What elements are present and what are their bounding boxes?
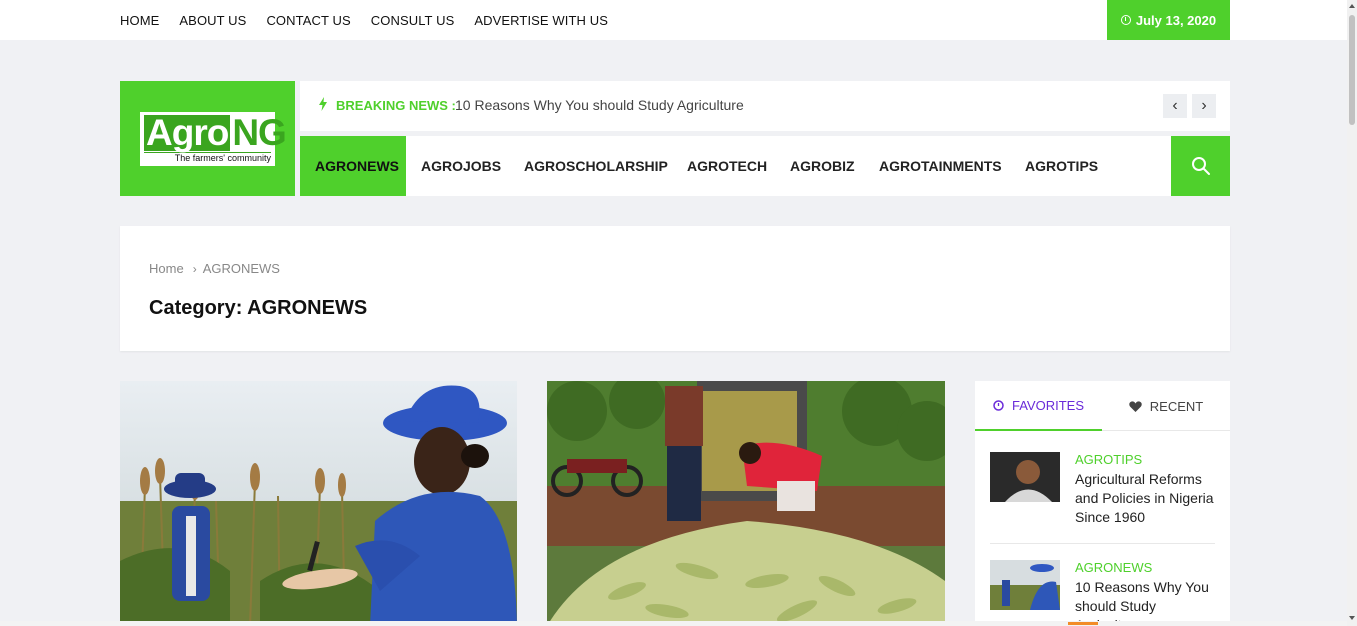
breaking-news-label: BREAKING NEWS :: [336, 98, 456, 113]
sidebar-tabs: FAVORITES RECENT: [975, 381, 1230, 431]
scroll-progress-indicator: [1068, 622, 1098, 625]
category-header: Home › AGRONEWS Category: AGRONEWS: [120, 226, 1230, 351]
divider: [990, 543, 1215, 544]
scroll-up-icon[interactable]: [1349, 4, 1355, 8]
post-image-2[interactable]: [547, 381, 945, 626]
bottom-strip: [0, 621, 1347, 626]
heart-icon: [1129, 400, 1142, 412]
top-nav: HOME ABOUT US CONTACT US CONSULT US ADVE…: [120, 0, 628, 40]
chevron-right-icon: ›: [192, 261, 197, 276]
main-nav: AGRONEWS AGROJOBS AGROSCHOLARSHIP AGROTE…: [300, 136, 1230, 196]
nav-item-agroscholarship[interactable]: AGROSCHOLARSHIP: [524, 136, 668, 196]
tab-favorites[interactable]: FAVORITES: [975, 381, 1102, 431]
clock-icon: [993, 399, 1004, 411]
nav-item-agrotainments[interactable]: AGROTAINMENTS: [879, 136, 1002, 196]
site-logo[interactable]: Agro NG The farmers' community: [140, 112, 287, 166]
clock-icon: [1120, 15, 1131, 25]
breaking-prev-button[interactable]: ‹: [1163, 94, 1187, 118]
tab-recent[interactable]: RECENT: [1102, 381, 1230, 431]
logo-tagline: The farmers' community: [144, 152, 271, 163]
top-nav-about-us[interactable]: ABOUT US: [179, 13, 246, 28]
post-category[interactable]: AGROTIPS: [1075, 452, 1142, 467]
logo-agro-text: Agro: [144, 112, 231, 153]
tab-recent-label: RECENT: [1149, 398, 1204, 414]
logo-ng-text: NG: [232, 112, 286, 153]
nav-item-agrobiz[interactable]: AGROBIZ: [790, 136, 855, 196]
sidebar-widget: FAVORITES RECENT AGROTIPS Agricultural R…: [975, 381, 1230, 626]
search-button[interactable]: [1171, 136, 1230, 196]
page-title: Category: AGRONEWS: [149, 297, 368, 319]
top-nav-consult-us[interactable]: CONSULT US: [371, 13, 455, 28]
post-photo-farmer-field: [120, 381, 517, 626]
tab-favorites-label: FAVORITES: [1012, 397, 1084, 413]
breaking-news-headline[interactable]: 10 Reasons Why You should Study Agricult…: [455, 97, 744, 113]
date-text: July 13, 2020: [1135, 12, 1217, 28]
breaking-news-bar: BREAKING NEWS : 10 Reasons Why You shoul…: [300, 81, 1230, 131]
post-thumbnail[interactable]: [990, 560, 1060, 610]
post-image-1[interactable]: [120, 381, 517, 626]
post-title[interactable]: 10 Reasons Why You should Study Agricult…: [1075, 578, 1220, 626]
top-nav-advertise[interactable]: ADVERTISE WITH US: [474, 13, 608, 28]
nav-item-agronews[interactable]: AGRONEWS: [300, 136, 406, 196]
nav-item-agrotech[interactable]: AGROTECH: [687, 136, 767, 196]
scroll-down-icon[interactable]: [1349, 616, 1355, 620]
top-nav-contact-us[interactable]: CONTACT US: [266, 13, 350, 28]
search-icon: [1191, 157, 1210, 175]
scrollbar-thumb[interactable]: [1349, 15, 1355, 125]
top-nav-home[interactable]: HOME: [120, 13, 159, 28]
breaking-next-button[interactable]: ›: [1192, 94, 1216, 118]
post-thumbnail[interactable]: [990, 452, 1060, 502]
page-scrollbar[interactable]: [1347, 0, 1357, 626]
post-category[interactable]: AGRONEWS: [1075, 560, 1152, 575]
breadcrumb: Home › AGRONEWS: [149, 261, 280, 276]
post-photo-maize-harvest: [547, 381, 945, 626]
nav-item-agrojobs[interactable]: AGROJOBS: [421, 136, 501, 196]
nav-item-agrotips[interactable]: AGROTIPS: [1025, 136, 1098, 196]
post-title[interactable]: Agricultural Reforms and Policies in Nig…: [1075, 470, 1220, 527]
date-badge: July 13, 2020: [1107, 0, 1230, 40]
breadcrumb-home[interactable]: Home: [149, 261, 184, 276]
bolt-icon: [319, 97, 327, 111]
logo-container[interactable]: Agro NG The farmers' community: [120, 81, 295, 196]
breadcrumb-current: AGRONEWS: [202, 261, 280, 276]
